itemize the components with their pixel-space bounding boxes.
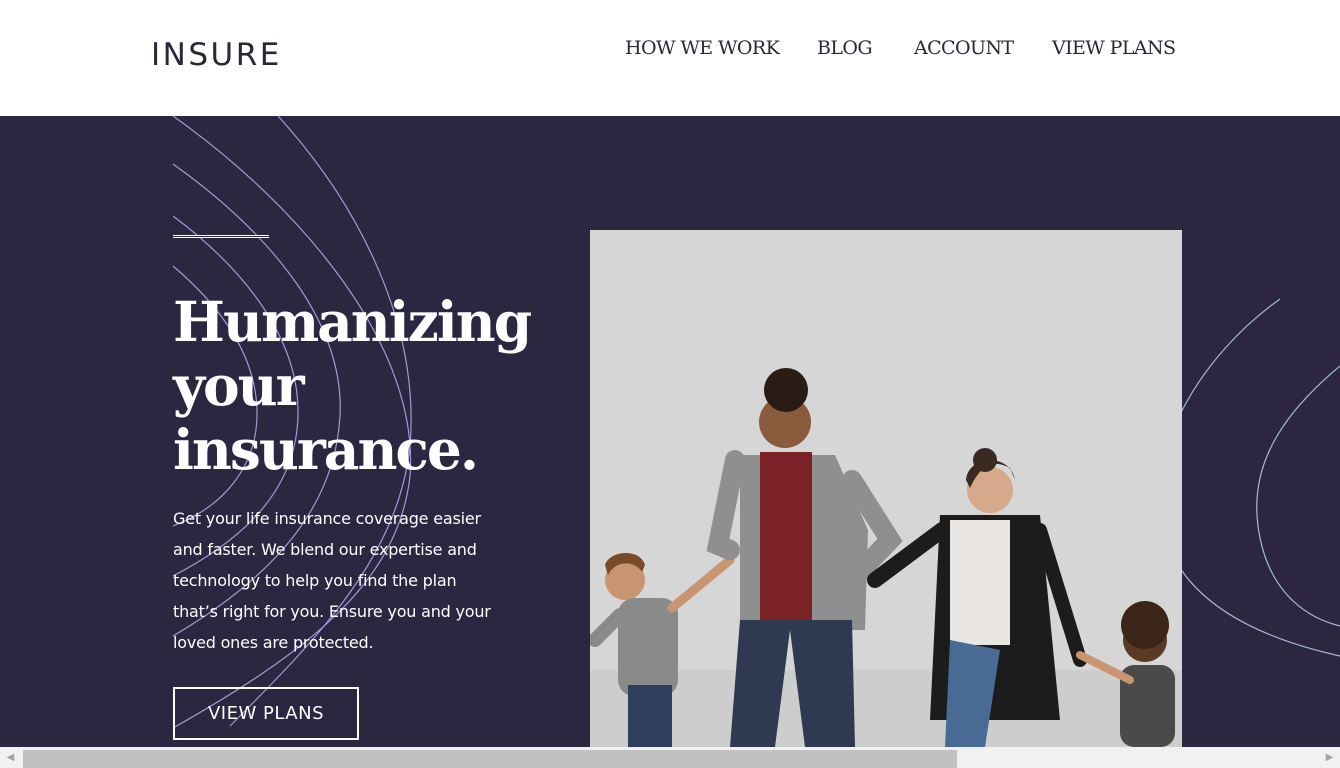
triangle-right-icon[interactable]: ▶ (1321, 747, 1338, 768)
hero-description: Get your life insurance coverage easier … (173, 509, 491, 652)
view-plans-button[interactable]: VIEW PLANS (173, 687, 359, 740)
scrollbar-thumb[interactable] (23, 750, 957, 768)
family-photo (590, 230, 1182, 747)
headline-line-3: insurance. (173, 417, 479, 482)
hero-divider (173, 235, 269, 238)
family-illustration (590, 230, 1182, 747)
nav-view-plans[interactable]: VIEW PLANS (1052, 36, 1176, 60)
nav-blog[interactable]: BLOG (817, 36, 873, 60)
horizontal-scrollbar[interactable]: ◀ ▶ (0, 747, 1340, 768)
insure-logo[interactable]: INSURE (151, 37, 282, 73)
curve-right-1 (1158, 298, 1340, 657)
triangle-left-icon[interactable]: ◀ (2, 747, 19, 768)
hero-headline: Humanizing your insurance. (173, 290, 573, 482)
headline-line-2: your (173, 353, 305, 418)
curve-right-2 (1256, 365, 1340, 627)
headline-line-1: Humanizing (173, 289, 532, 354)
hero-section: Humanizing your insurance. Get your life… (0, 116, 1340, 747)
nav-account[interactable]: ACCOUNT (914, 36, 1014, 60)
site-header: INSURE HOW WE WORK BLOG ACCOUNT VIEW PLA… (0, 0, 1340, 116)
nav-how-we-work[interactable]: HOW WE WORK (625, 36, 780, 60)
